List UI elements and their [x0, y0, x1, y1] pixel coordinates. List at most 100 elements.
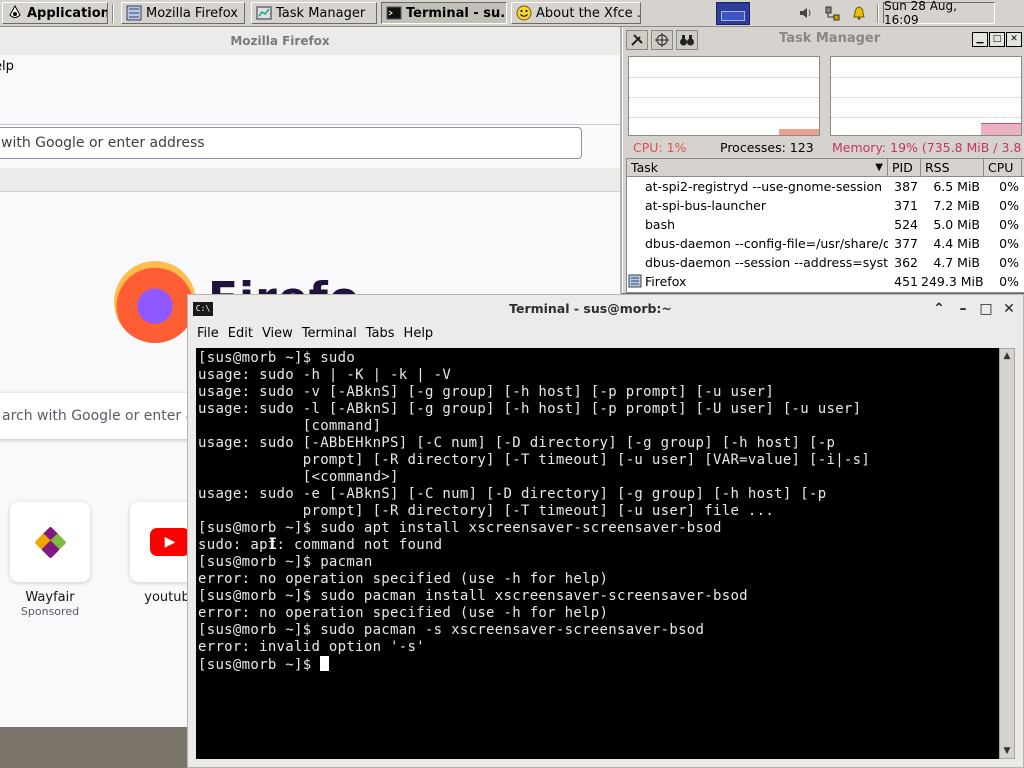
task-name: bash: [645, 217, 676, 232]
shade-up-icon[interactable]: ⌃: [931, 301, 947, 317]
table-row[interactable]: dbus-daemon --config-file=/usr/share/de.…: [627, 234, 1024, 253]
process-count-text: Processes: 123: [720, 140, 814, 155]
xfce-mouse-icon: [7, 5, 23, 21]
task-rss: 4.7 MiB: [933, 255, 980, 270]
task-manager-icon: [256, 5, 272, 21]
task-rss: 4.4 MiB: [933, 236, 980, 251]
taskbar-label: Task Manager: [276, 5, 366, 21]
task-cpu: 0%: [999, 179, 1019, 194]
menu-tabs[interactable]: Tabs: [366, 323, 404, 345]
task-pid: 362: [894, 255, 918, 270]
workspace-pager[interactable]: [716, 2, 750, 25]
settings-tools-icon[interactable]: [626, 30, 648, 50]
search-binoculars-icon[interactable]: [676, 30, 698, 50]
process-table-header: Task ▼ PID RSS CPU: [627, 159, 1024, 177]
table-row[interactable]: Firefox 451 249.3 MiB 0%: [627, 272, 1024, 291]
column-header-task[interactable]: Task ▼: [627, 159, 888, 176]
newtab-search-input[interactable]: arch with Google or enter add: [0, 393, 200, 439]
shortcut-sponsored-label: Sponsored: [20, 605, 80, 618]
column-header-pid[interactable]: PID: [888, 159, 921, 176]
notification-bell-icon[interactable]: [850, 4, 868, 22]
desktop-background: [0, 727, 200, 768]
maximize-button[interactable]: □: [989, 32, 1005, 47]
close-button[interactable]: ✕: [1006, 32, 1022, 47]
shortcut-wayfair[interactable]: [10, 502, 90, 582]
task-manager-stats: CPU: 1% Processes: 123 Memory: 19% (735.…: [623, 138, 1024, 158]
task-manager-titlebar: Task Manager ▁ □ ✕: [623, 27, 1024, 53]
text-cursor-ibeam-icon: I: [268, 534, 278, 553]
youtube-play-icon: ▶: [150, 528, 190, 556]
network-icon[interactable]: [823, 4, 841, 22]
table-row[interactable]: dbus-daemon --session --address=syst... …: [627, 253, 1024, 272]
clock[interactable]: Sun 28 Aug, 16:09: [883, 0, 995, 27]
applications-menu-button[interactable]: Applications: [2, 2, 108, 24]
task-pid: 371: [894, 198, 918, 213]
taskbar-about-xfce[interactable]: About the Xfce ...: [511, 2, 641, 24]
memory-usage-text: Memory: 19% (735.8 MiB / 3.8 ...: [832, 140, 1024, 155]
minimize-button[interactable]: –: [955, 301, 971, 317]
top-panel: Applications Mozilla Firefox Task Manage…: [0, 0, 1024, 27]
taskbar-task-manager[interactable]: Task Manager: [251, 2, 377, 24]
terminal-window: C:\ Terminal - sus@morb:~ ⌃ – □ ✕ File E…: [187, 294, 1024, 768]
column-header-cpu[interactable]: CPU: [984, 159, 1022, 176]
task-rss: 249.3 MiB: [921, 274, 984, 289]
task-name: at-spi2-registryd --use-gnome-session: [645, 179, 883, 194]
column-header-rss[interactable]: RSS: [921, 159, 984, 176]
menu-terminal[interactable]: Terminal: [302, 323, 366, 345]
cpu-usage-fill: [779, 129, 819, 135]
taskbar-firefox[interactable]: Mozilla Firefox: [121, 2, 245, 24]
firefox-logo-icon: [114, 261, 196, 343]
menu-edit[interactable]: Edit: [228, 323, 262, 345]
pager-window-preview: [721, 11, 745, 21]
divider: [0, 124, 620, 125]
close-button[interactable]: ✕: [1001, 301, 1017, 317]
terminal-scrollbar[interactable]: ▲ ▼: [999, 348, 1015, 759]
wayfair-icon: [34, 526, 67, 559]
maximize-button[interactable]: □: [978, 301, 994, 317]
task-pid: 524: [894, 217, 918, 232]
minimize-button[interactable]: ▁: [972, 32, 988, 47]
terminal-titlebar[interactable]: C:\ Terminal - sus@morb:~ ⌃ – □ ✕: [188, 295, 1023, 323]
task-rss: 6.5 MiB: [933, 179, 980, 194]
panel-separator: [877, 4, 879, 23]
process-table: Task ▼ PID RSS CPU at-spi2-registryd --us…: [626, 158, 1024, 293]
terminal-output[interactable]: [sus@morb ~]$ sudo usage: sudo -h | -K |…: [196, 348, 999, 759]
memory-graph: [830, 56, 1022, 136]
cpu-usage-text: CPU: 1%: [633, 140, 687, 155]
scroll-up-icon[interactable]: ▲: [1000, 349, 1014, 363]
task-manager-title: Task Manager: [779, 31, 881, 46]
taskbar-label: About the Xfce ...: [536, 5, 641, 21]
firefox-process-icon: [628, 274, 643, 289]
table-row[interactable]: bash 524 5.0 MiB 0%: [627, 215, 1024, 234]
panel-separator: [112, 4, 114, 23]
task-pid: 387: [894, 179, 918, 194]
terminal-menubar: File Edit View Terminal Tabs Help: [188, 323, 1023, 345]
terminal-icon: [386, 5, 402, 21]
taskbar-label: Terminal - su...: [406, 5, 507, 21]
firefox-title: Mozilla Firefox: [0, 27, 620, 55]
task-name: dbus-daemon --session --address=syst...: [645, 255, 888, 270]
identify-window-icon[interactable]: [651, 30, 673, 50]
taskbar-terminal[interactable]: Terminal - su...: [381, 2, 507, 24]
toolbar-strip: [0, 168, 620, 192]
memory-usage-fill: [981, 123, 1021, 135]
menu-help[interactable]: Help: [404, 323, 443, 345]
table-row[interactable]: at-spi-bus-launcher 371 7.2 MiB 0%: [627, 196, 1024, 215]
task-name: Firefox: [645, 274, 687, 289]
menu-file[interactable]: File: [188, 323, 228, 345]
firefox-menu-help[interactable]: elp: [0, 59, 14, 74]
task-rss: 5.0 MiB: [933, 217, 980, 232]
scroll-down-icon[interactable]: ▼: [1000, 744, 1014, 758]
task-rss: 7.2 MiB: [933, 198, 980, 213]
shortcut-label: Wayfair: [25, 590, 75, 605]
menu-view[interactable]: View: [262, 323, 302, 345]
firefox-address-bar[interactable]: with Google or enter address: [0, 127, 582, 159]
volume-icon[interactable]: [797, 4, 815, 22]
cpu-graph: [628, 56, 820, 136]
smiley-icon: [516, 5, 532, 21]
terminal-title: Terminal - sus@morb:~: [509, 301, 672, 316]
task-manager-window: Task Manager ▁ □ ✕ CPU: 1% Processes: 12…: [622, 27, 1024, 293]
taskbar-label: Mozilla Firefox: [146, 5, 238, 21]
table-row[interactable]: at-spi2-registryd --use-gnome-session 38…: [627, 177, 1024, 196]
task-cpu: 0%: [999, 198, 1019, 213]
